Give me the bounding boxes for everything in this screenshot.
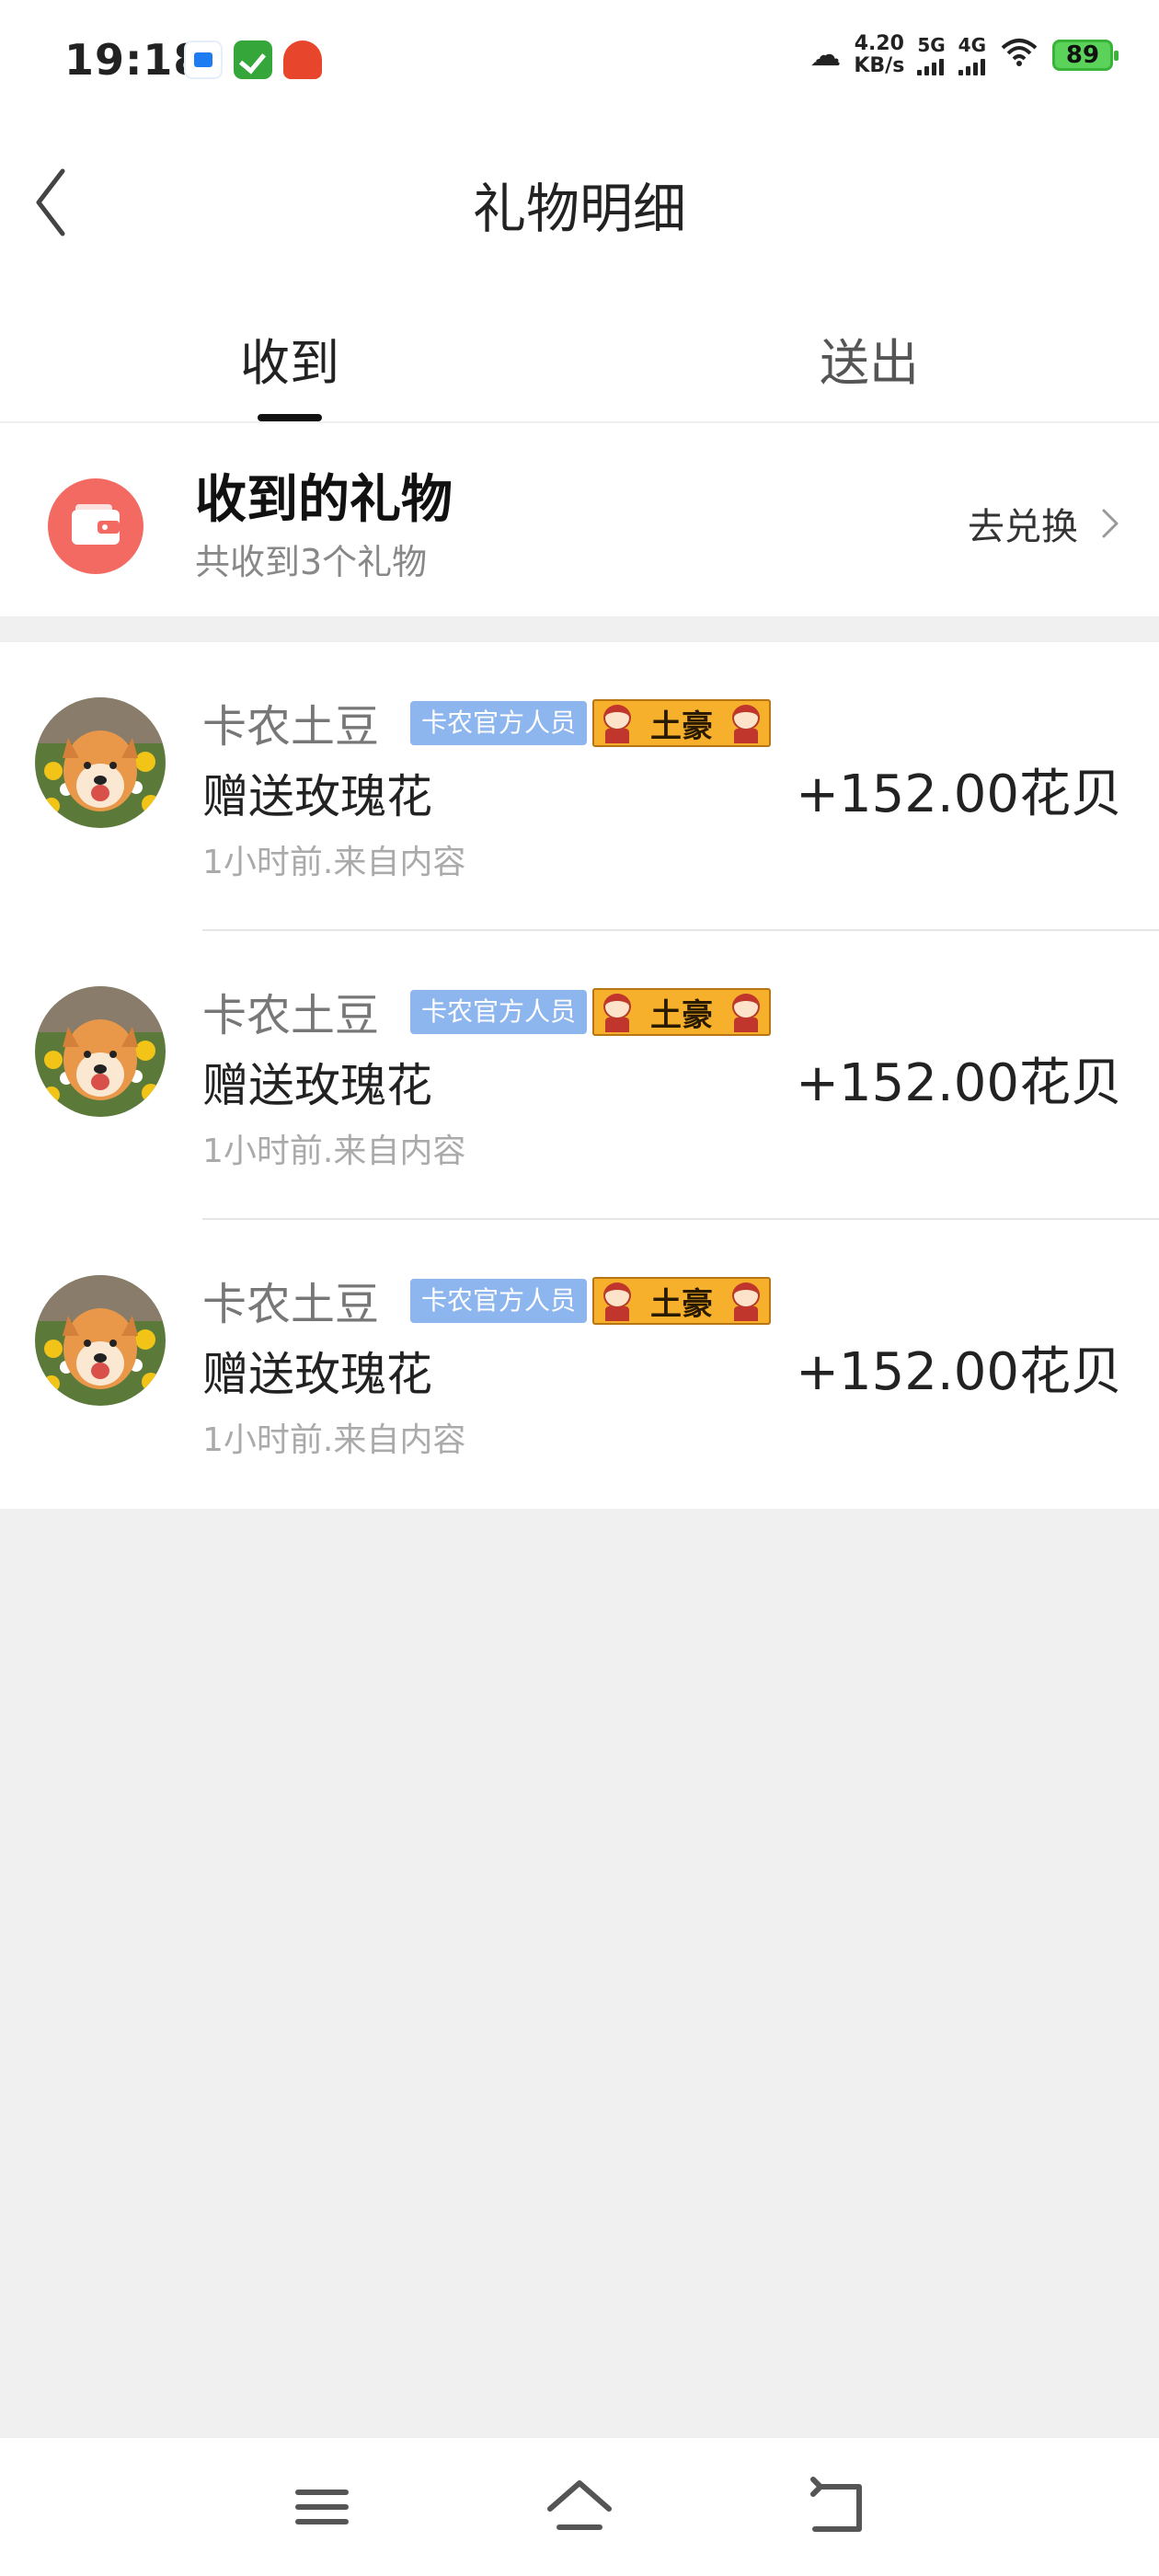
tab-received[interactable]: 收到 — [0, 285, 580, 421]
gift-meta: 1小时前.来自内容 — [202, 1421, 466, 1459]
tuhao-badge: 土豪 — [592, 1277, 771, 1325]
signal-5g-icon: 5G — [917, 34, 946, 75]
tab-bar: 收到 送出 — [0, 285, 1159, 423]
status-time: 19:18 — [64, 35, 204, 85]
battery-icon: 89 — [1052, 40, 1119, 71]
page-title: 礼物明细 — [472, 178, 686, 240]
red-app-icon — [283, 40, 322, 79]
tuhao-figure-icon — [729, 703, 763, 743]
status-bar: 19:18 ☁ 4.20 KB/s 5G 4G 89 — [0, 0, 1159, 120]
title-bar: 礼物明细 — [0, 120, 1159, 285]
gift-list-item[interactable]: 卡农土豆 卡农官方人员 土豪 赠送玫瑰花 1小时前.来自内容 +152.00花贝 — [0, 931, 1159, 1220]
gift-summary: 收到的礼物 共收到3个礼物 去兑换 — [0, 423, 1159, 616]
official-badge: 卡农官方人员 — [410, 990, 588, 1034]
official-badge: 卡农官方人员 — [410, 701, 588, 745]
exchange-label: 去兑换 — [968, 506, 1078, 548]
signal-4g-icon: 4G — [958, 35, 986, 75]
menu-button[interactable] — [276, 2461, 368, 2553]
gift-list-item[interactable]: 卡农土豆 卡农官方人员 土豪 赠送玫瑰花 1小时前.来自内容 +152.00花贝 — [0, 642, 1159, 931]
gift-list: 卡农土豆 卡农官方人员 土豪 赠送玫瑰花 1小时前.来自内容 +152.00花贝 — [0, 642, 1159, 1509]
back-icon — [810, 2477, 862, 2532]
tuhao-figure-icon — [600, 703, 635, 743]
tuhao-label: 土豪 — [650, 707, 713, 745]
gift-amount: +152.00花贝 — [796, 1053, 1122, 1113]
gift-description: 赠送玫瑰花 — [202, 1348, 432, 1401]
gift-list-item[interactable]: 卡农土豆 卡农官方人员 土豪 赠送玫瑰花 1小时前.来自内容 +152.00花贝 — [0, 1220, 1159, 1509]
wallet-icon — [48, 478, 143, 574]
tuhao-label: 土豪 — [650, 1285, 713, 1323]
section-gap — [0, 616, 1159, 642]
status-indicators: ☁ 4.20 KB/s 5G 4G 89 — [809, 33, 1119, 77]
menu-icon — [295, 2490, 349, 2524]
top-area: 19:18 ☁ 4.20 KB/s 5G 4G 89 礼物明细 收到 送出 收到… — [0, 0, 1159, 616]
cloud-icon: ☁ — [809, 37, 842, 74]
tuhao-badge: 土豪 — [592, 699, 771, 747]
summary-title: 收到的礼物 — [195, 470, 453, 530]
back-nav-button[interactable] — [791, 2461, 883, 2553]
gift-meta: 1小时前.来自内容 — [202, 844, 466, 881]
home-button[interactable] — [534, 2461, 625, 2553]
summary-subtitle: 共收到3个礼物 — [195, 542, 428, 582]
active-tab-indicator — [258, 414, 322, 421]
chevron-right-icon — [1102, 509, 1119, 538]
status-app-icons — [184, 40, 322, 79]
tuhao-label: 土豪 — [650, 996, 713, 1034]
gift-amount: +152.00花贝 — [796, 765, 1122, 824]
gift-amount: +152.00花贝 — [796, 1342, 1122, 1402]
home-icon — [547, 2480, 612, 2530]
user-name[interactable]: 卡农土豆 — [202, 979, 379, 1043]
exchange-button[interactable]: 去兑换 — [968, 497, 1122, 550]
system-nav-bar — [0, 2438, 1159, 2576]
tab-sent[interactable]: 送出 — [580, 285, 1159, 421]
avatar[interactable] — [35, 697, 166, 828]
tuhao-figure-icon — [600, 1281, 635, 1321]
network-5g-label: 5G — [917, 34, 946, 56]
tuhao-figure-icon — [600, 992, 635, 1032]
gift-meta: 1小时前.来自内容 — [202, 1133, 466, 1170]
wifi-icon — [999, 35, 1039, 76]
tab-sent-label: 送出 — [820, 334, 919, 392]
tuhao-badge: 土豪 — [592, 988, 771, 1036]
network-4g-label: 4G — [958, 34, 986, 56]
user-name[interactable]: 卡农土豆 — [202, 1268, 379, 1332]
official-badge: 卡农官方人员 — [410, 1279, 588, 1323]
speed-value: 4.20 — [854, 32, 904, 55]
blue-app-icon — [184, 40, 223, 79]
gift-description: 赠送玫瑰花 — [202, 1059, 432, 1112]
green-check-app-icon — [234, 40, 272, 79]
gift-description: 赠送玫瑰花 — [202, 770, 432, 823]
tuhao-figure-icon — [729, 992, 763, 1032]
network-speed: 4.20 KB/s — [854, 33, 904, 77]
user-name[interactable]: 卡农土豆 — [202, 690, 379, 754]
avatar[interactable] — [35, 986, 166, 1117]
avatar[interactable] — [35, 1275, 166, 1406]
speed-unit: KB/s — [854, 54, 905, 77]
tuhao-figure-icon — [729, 1281, 763, 1321]
tab-received-label: 收到 — [240, 334, 339, 392]
